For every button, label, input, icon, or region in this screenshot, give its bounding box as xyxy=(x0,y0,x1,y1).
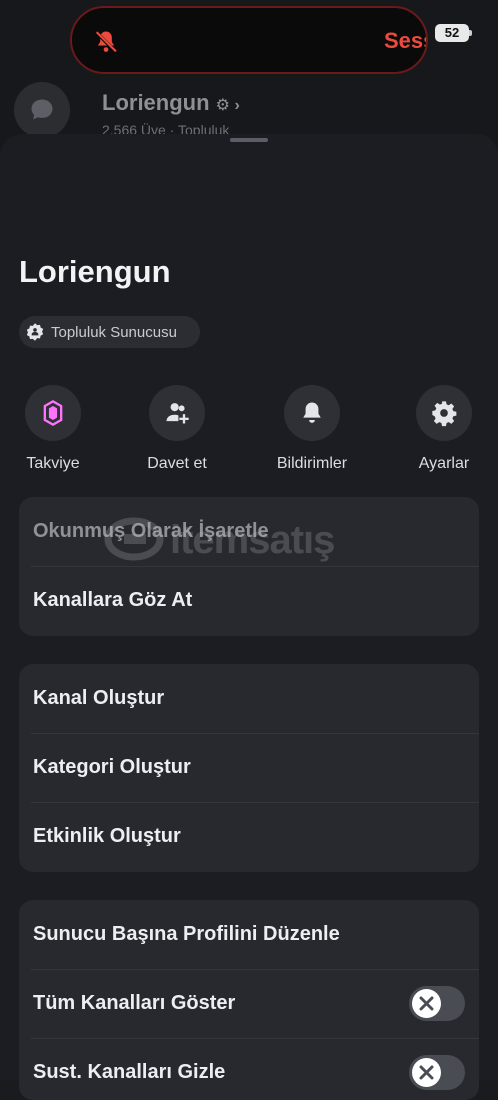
background-server-title: Loriengun ⚙ › xyxy=(102,90,240,115)
sheet-drag-handle[interactable] xyxy=(230,138,268,142)
browse-channels-item[interactable]: Kanallara Göz At xyxy=(19,566,479,635)
hide-muted-channels-toggle[interactable] xyxy=(409,1055,465,1090)
show-all-channels-toggle[interactable] xyxy=(409,986,465,1021)
boost-label: Takviye xyxy=(26,455,80,472)
boost-button[interactable] xyxy=(25,385,81,441)
watermark-symbol-icon xyxy=(104,517,164,561)
silent-mode-notification: Sess xyxy=(70,6,428,74)
invite-label: Davet et xyxy=(147,455,207,472)
notifications-action[interactable]: Bildirimler xyxy=(257,385,367,473)
invite-icon xyxy=(166,403,189,424)
settings-action[interactable]: Ayarlar xyxy=(389,385,498,473)
settings-button[interactable] xyxy=(416,385,472,441)
create-group: Kanal Oluştur Kategori Oluştur Etkinlik … xyxy=(19,664,479,872)
profile-visibility-group: Sunucu Başına Profilini Düzenle Tüm Kana… xyxy=(19,900,479,1100)
server-name-heading: Loriengun xyxy=(19,254,171,289)
create-category-item[interactable]: Kategori Oluştur xyxy=(19,733,479,802)
close-icon xyxy=(419,1065,434,1080)
invite-button[interactable] xyxy=(149,385,205,441)
community-server-badge: Topluluk Sunucusu xyxy=(19,316,200,348)
create-channel-item[interactable]: Kanal Oluştur xyxy=(19,664,479,733)
bell-muted-icon xyxy=(94,30,118,54)
boost-icon xyxy=(43,399,63,427)
show-all-channels-item[interactable]: Tüm Kanalları Göster xyxy=(19,969,479,1038)
bell-icon xyxy=(303,402,321,423)
battery-tip xyxy=(469,30,472,36)
watermark-text: itemsatış xyxy=(170,518,335,562)
create-event-item[interactable]: Etkinlik Oluştur xyxy=(19,802,479,871)
notification-text: Sess xyxy=(384,28,426,53)
hide-muted-channels-label: Sust. Kanalları Gizle xyxy=(33,1061,226,1083)
toggle-knob xyxy=(412,989,441,1018)
toggle-knob xyxy=(412,1058,441,1087)
notifications-label: Bildirimler xyxy=(276,455,348,472)
invite-action[interactable]: Davet et xyxy=(122,385,232,473)
community-badge-icon xyxy=(26,323,44,341)
close-icon xyxy=(419,996,434,1011)
watermark-logo: itemsatış xyxy=(104,514,404,564)
gear-icon xyxy=(432,401,457,427)
battery-indicator: 52 xyxy=(435,24,469,42)
notifications-button[interactable] xyxy=(284,385,340,441)
chat-bubble-icon xyxy=(31,99,53,120)
hide-muted-channels-item[interactable]: Sust. Kanalları Gizle xyxy=(19,1038,479,1100)
boost-action[interactable]: Takviye xyxy=(0,385,108,473)
edit-server-profile-item[interactable]: Sunucu Başına Profilini Düzenle xyxy=(19,900,479,969)
show-all-channels-label: Tüm Kanalları Göster xyxy=(33,992,236,1014)
server-avatar[interactable] xyxy=(14,82,70,138)
community-badge-label: Topluluk Sunucusu xyxy=(51,323,177,341)
settings-label: Ayarlar xyxy=(418,455,470,472)
